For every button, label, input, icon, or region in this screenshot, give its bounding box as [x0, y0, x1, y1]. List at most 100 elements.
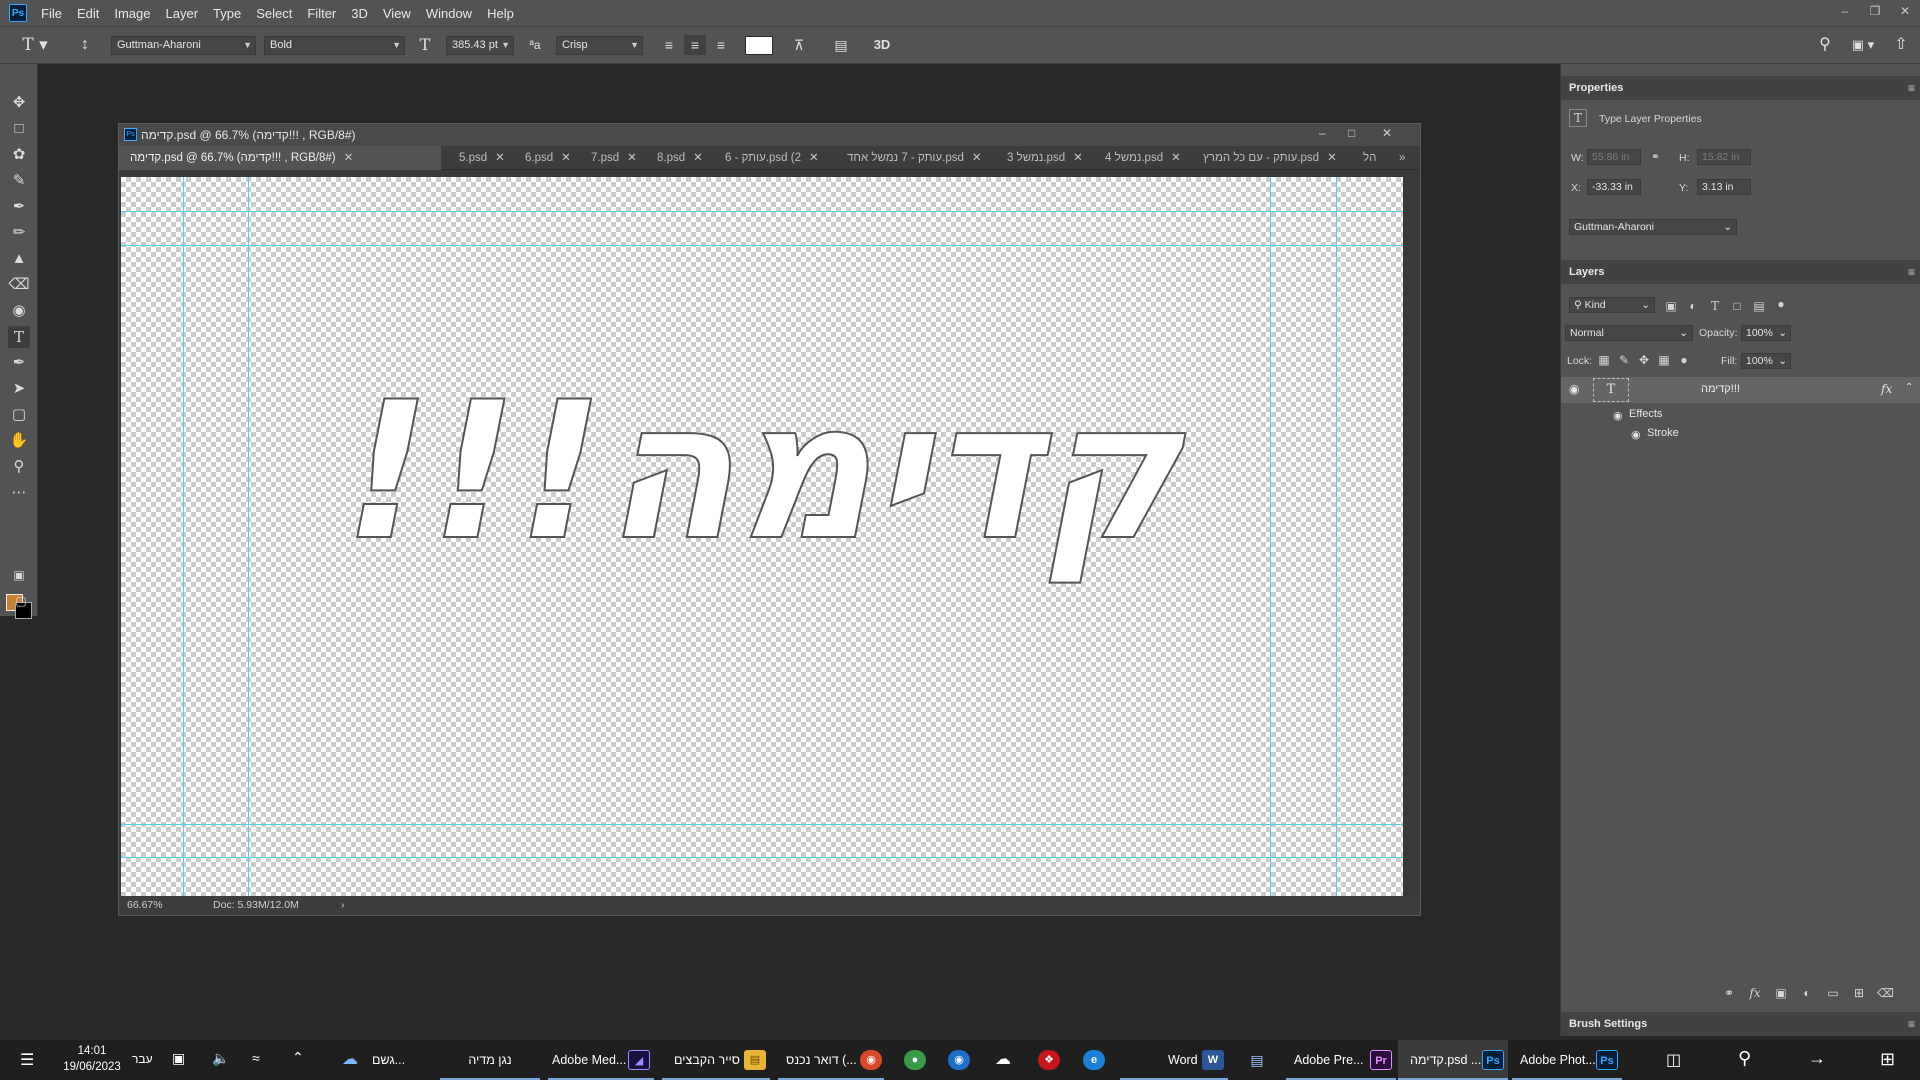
layer-row[interactable]: ◉ T קדימה!!! fx ⌃	[1561, 377, 1920, 403]
taskbar-adobe-photoshop[interactable]: Adobe Phot... Ps	[1512, 1040, 1622, 1080]
tab-7[interactable]: 7.psd ✕	[591, 146, 637, 170]
close-icon[interactable]: ✕	[1171, 152, 1181, 164]
width-field[interactable]: 55.86 in	[1587, 149, 1641, 165]
close-icon[interactable]: ✕	[561, 152, 571, 164]
eyedropper-tool-icon[interactable]: ✒	[8, 196, 30, 218]
acrobat-icon[interactable]: ❖	[1038, 1050, 1060, 1070]
add-style-icon[interactable]: fx	[1747, 986, 1763, 1000]
properties-font-select[interactable]: Guttman-Aharoni ⌄	[1569, 219, 1737, 235]
lasso-tool-icon[interactable]: ✿	[8, 144, 30, 166]
share-icon[interactable]: ⇧	[1890, 35, 1912, 55]
menu-window[interactable]: Window	[426, 6, 472, 21]
close-icon[interactable]: ✕	[1073, 152, 1083, 164]
doc-close-icon[interactable]: ✕	[1382, 126, 1392, 140]
x-field[interactable]: -33.33 in	[1587, 179, 1641, 195]
close-icon[interactable]: ✕	[495, 152, 505, 164]
show-hidden-icons-icon[interactable]: ⌃	[292, 1049, 304, 1066]
meet-now-icon[interactable]: ▣	[172, 1050, 185, 1067]
status-expand-icon[interactable]: ›	[341, 896, 345, 915]
brush-settings-header[interactable]: Brush Settings ≡	[1561, 1012, 1920, 1036]
move-tool-icon[interactable]: ✥	[8, 92, 30, 114]
restore-icon[interactable]: ❐	[1860, 0, 1890, 22]
taskbar-kadima-psd[interactable]: קדימה.psd ... Ps	[1398, 1040, 1508, 1080]
link-layers-icon[interactable]: ⚭	[1721, 986, 1737, 1000]
filter-type-icon[interactable]: T	[1707, 299, 1723, 313]
blend-mode-select[interactable]: Normal ⌄	[1565, 325, 1693, 341]
new-layer-icon[interactable]: ⊞	[1851, 986, 1867, 1000]
lock-transparent-icon[interactable]: ▦	[1597, 353, 1611, 367]
menu-file[interactable]: File	[41, 6, 62, 21]
font-family-select[interactable]: Guttman-Aharoni ▼	[111, 36, 256, 55]
gradient-tool-icon[interactable]: ◉	[8, 300, 30, 322]
tab-nimshal-4[interactable]: נמשל 4.psd ✕	[1105, 146, 1181, 170]
hand-tool-icon[interactable]: ✋	[8, 430, 30, 452]
shape-tool-icon[interactable]: ▢	[8, 404, 30, 426]
taskbar-adobe-premiere[interactable]: Adobe Pre... Pr	[1286, 1040, 1396, 1080]
close-icon[interactable]: ✕	[1890, 0, 1920, 22]
menu-view[interactable]: View	[383, 6, 411, 21]
3d-button[interactable]: 3D	[869, 35, 895, 55]
doc-size[interactable]: Doc: 5.93M/12.0M	[213, 896, 299, 915]
lock-all-icon[interactable]: ●	[1677, 353, 1691, 367]
zoom-level[interactable]: 66.67%	[127, 896, 163, 915]
layer-name[interactable]: קדימה!!!	[1701, 383, 1740, 395]
height-field[interactable]: 15.82 in	[1697, 149, 1751, 165]
screen-mode-icon[interactable]: ▢	[10, 590, 32, 612]
tab-nimshal-3[interactable]: נמשל 3.psd ✕	[1007, 146, 1083, 170]
link-icon[interactable]: ⚭	[1651, 151, 1660, 163]
close-icon[interactable]: ✕	[809, 152, 819, 164]
laptop-app-icon[interactable]: ▤	[1246, 1050, 1268, 1070]
marquee-tool-icon[interactable]: □	[8, 118, 30, 140]
tab-7-copy[interactable]: עותק - 7 נמשל אחד.psd ✕	[847, 146, 982, 170]
workspace-icon[interactable]: ▣ ▾	[1846, 35, 1880, 55]
weather-text[interactable]: גשם...	[372, 1040, 405, 1080]
taskbar-media-player[interactable]: נגן מדיה	[440, 1040, 540, 1080]
menu-select[interactable]: Select	[256, 6, 292, 21]
layer-filter-kind[interactable]: ⚲ Kind ⌄	[1569, 297, 1655, 313]
adjustment-layer-icon[interactable]: ◐	[1799, 986, 1815, 1000]
task-view-icon[interactable]: ◫	[1666, 1050, 1681, 1070]
menu-type[interactable]: Type	[213, 6, 241, 21]
globe-icon[interactable]: ◉	[948, 1050, 970, 1070]
tab-6-copy[interactable]: עותק - 6.psd (2 ✕	[725, 146, 819, 170]
type-tool-preset-icon[interactable]: T ▾	[20, 35, 50, 55]
cloud-app-icon[interactable]: ☁	[992, 1050, 1014, 1070]
pen-tool-icon[interactable]: ✒	[8, 352, 30, 374]
windows-start-icon[interactable]: ⊞	[1880, 1049, 1895, 1070]
wifi-icon[interactable]: ≈	[252, 1050, 260, 1066]
filter-smart-object-icon[interactable]: ▤	[1751, 299, 1767, 313]
eye-visibility-icon[interactable]: ◉	[1569, 382, 1579, 396]
filter-pixel-icon[interactable]: ▣	[1663, 299, 1679, 313]
stamp-tool-icon[interactable]: ▲	[8, 248, 30, 270]
align-center-icon[interactable]: ≡	[684, 35, 706, 55]
minimize-icon[interactable]: –	[1830, 0, 1860, 22]
text-color-swatch[interactable]	[745, 36, 773, 55]
filter-toggle-icon[interactable]: ●	[1773, 297, 1789, 311]
canvas-text-layer[interactable]: קדימה!!!	[121, 376, 1403, 568]
panel-menu-icon[interactable]: ≡	[1908, 1012, 1915, 1036]
add-mask-icon[interactable]: ▣	[1773, 986, 1789, 1000]
type-tool-icon[interactable]: T	[8, 326, 30, 348]
close-icon[interactable]: ✕	[972, 152, 982, 164]
collapse-effects-icon[interactable]: ⌃	[1905, 382, 1913, 393]
taskbar-file-explorer[interactable]: סייר הקבצים ▤	[662, 1040, 770, 1080]
close-icon[interactable]: ✕	[693, 152, 703, 164]
vertical-scrollbar[interactable]	[1403, 177, 1420, 896]
tab-5[interactable]: 5.psd ✕	[459, 146, 505, 170]
canvas[interactable]: קדימה!!!	[121, 177, 1403, 896]
y-field[interactable]: 3.13 in	[1697, 179, 1751, 195]
close-icon[interactable]: ✕	[627, 152, 637, 164]
brush-tool-icon[interactable]: ✏	[8, 222, 30, 244]
menu-filter[interactable]: Filter	[307, 6, 336, 21]
taskbar-mail[interactable]: דואר נכנס (... ◉	[778, 1040, 884, 1080]
tab-8[interactable]: 8.psd ✕	[657, 146, 703, 170]
tab-6[interactable]: 6.psd ✕	[525, 146, 571, 170]
edge-icon[interactable]: e	[1083, 1050, 1105, 1070]
doc-minimize-icon[interactable]: –	[1319, 126, 1326, 140]
clock[interactable]: 14:01 19/06/2023	[60, 1043, 124, 1075]
search-icon[interactable]: ⚲	[1814, 35, 1836, 55]
panel-menu-icon[interactable]: ≡	[1908, 260, 1915, 284]
notification-icon[interactable]: ☰	[20, 1050, 34, 1070]
lock-artboard-icon[interactable]: ▦	[1657, 353, 1671, 367]
align-right-icon[interactable]: ≡	[710, 35, 732, 55]
